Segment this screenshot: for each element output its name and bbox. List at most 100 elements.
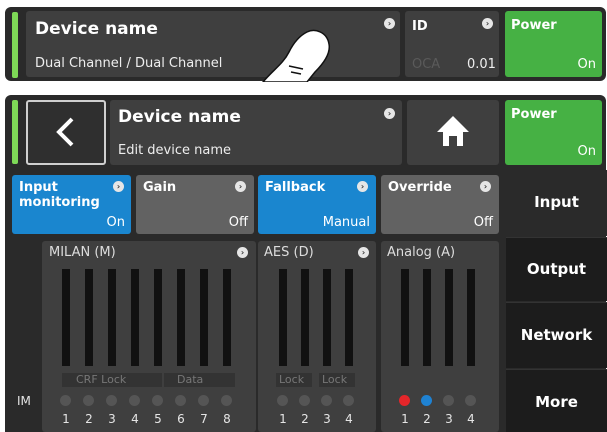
level-meter — [423, 269, 431, 366]
status-indicator-green — [12, 100, 18, 164]
channel-indicator — [83, 395, 94, 406]
channel-number: 4 — [131, 412, 139, 426]
tile-state: Off — [228, 215, 248, 230]
channel-indicator — [221, 395, 232, 406]
chevron-right-icon: › — [113, 181, 124, 192]
override-tile[interactable]: Override › Off — [381, 175, 499, 234]
channel-number: 2 — [423, 412, 431, 426]
channel-indicator — [343, 395, 354, 406]
input-monitoring-label: IM — [17, 394, 31, 408]
chevron-right-icon: › — [357, 181, 368, 192]
level-meter — [200, 269, 208, 366]
level-meter — [62, 269, 70, 366]
power-state: On — [577, 57, 596, 72]
side-nav-output[interactable]: Output — [506, 237, 607, 301]
channel-indicator — [299, 395, 310, 406]
power-label: Power — [511, 107, 557, 122]
level-meter — [445, 269, 453, 366]
device-name-header-tile[interactable]: Device name › Edit device name — [110, 100, 402, 165]
channel-indicator-blue — [421, 395, 432, 406]
milan-meter-group[interactable]: MILAN (M) › CRF Lock Data 1 2 3 4 5 6 7 … — [42, 241, 256, 432]
channel-number: 3 — [108, 412, 116, 426]
level-meter — [223, 269, 231, 366]
power-label: Power — [511, 18, 557, 33]
indicator-label: Lock — [322, 373, 348, 386]
side-nav-network[interactable]: Network — [506, 302, 607, 368]
device-name-tile[interactable]: Device name › Dual Channel / Dual Channe… — [26, 11, 400, 77]
tile-state: Manual — [322, 215, 370, 230]
channel-number: 2 — [85, 412, 93, 426]
channel-number: 6 — [177, 412, 185, 426]
group-title: MILAN (M) — [49, 245, 116, 260]
chevron-right-icon: › — [480, 181, 491, 192]
chevron-right-icon: › — [482, 18, 493, 29]
indicator-label: Data — [177, 373, 204, 386]
level-meter — [154, 269, 162, 366]
tile-label: Gain — [143, 180, 177, 195]
side-nav-label: Input — [534, 193, 579, 211]
power-state: On — [577, 144, 596, 159]
input-monitoring-tile[interactable]: Input monitoring › On — [12, 175, 131, 234]
tile-state: Off — [473, 215, 493, 230]
group-title: Analog (A) — [387, 245, 456, 260]
chevron-left-icon — [56, 117, 74, 147]
channel-indicator — [465, 395, 476, 406]
channel-indicator — [106, 395, 117, 406]
level-meter — [85, 269, 93, 366]
channel-number: 2 — [301, 412, 309, 426]
channel-number: 1 — [62, 412, 70, 426]
status-indicator-green — [12, 12, 18, 78]
chevron-right-icon: › — [235, 181, 246, 192]
home-icon — [437, 116, 469, 146]
level-meter — [401, 269, 409, 366]
group-title: AES (D) — [264, 245, 314, 260]
edit-device-subtitle: Edit device name — [118, 143, 232, 158]
device-name-title: Device name — [35, 19, 158, 39]
channel-number: 7 — [200, 412, 208, 426]
channel-indicator-red — [399, 395, 410, 406]
tile-state: On — [106, 215, 125, 230]
channel-indicator — [60, 395, 71, 406]
level-meter — [345, 269, 353, 366]
channel-indicator — [321, 395, 332, 406]
power-tile-top[interactable]: Power On — [505, 11, 602, 77]
back-button[interactable] — [26, 100, 106, 165]
side-nav-input[interactable]: Input — [506, 170, 607, 236]
side-nav-label: More — [535, 393, 578, 411]
home-button[interactable] — [407, 100, 499, 165]
level-meter — [108, 269, 116, 366]
analog-meter-group[interactable]: Analog (A) 1 2 3 4 — [381, 241, 499, 432]
level-meter — [467, 269, 475, 366]
channel-number: 3 — [323, 412, 331, 426]
tile-label: Input monitoring — [19, 180, 100, 210]
channel-number: 3 — [445, 412, 453, 426]
id-value: 0.01 — [467, 57, 496, 72]
channel-indicator — [129, 395, 140, 406]
level-meter — [323, 269, 331, 366]
chevron-right-icon: › — [384, 108, 395, 119]
level-meter — [301, 269, 309, 366]
level-meter — [131, 269, 139, 366]
channel-number: 8 — [223, 412, 231, 426]
tile-label: Fallback — [265, 180, 326, 195]
device-config-subtitle: Dual Channel / Dual Channel — [35, 56, 223, 71]
power-tile[interactable]: Power On — [505, 100, 602, 165]
fallback-tile[interactable]: Fallback › Manual — [258, 175, 376, 234]
level-meter — [279, 269, 287, 366]
side-nav-label: Network — [520, 326, 593, 344]
indicator-label: Lock — [279, 373, 305, 386]
chevron-right-icon: › — [384, 18, 395, 29]
channel-number: 4 — [467, 412, 475, 426]
side-nav-more[interactable]: More — [506, 369, 607, 432]
channel-number: 5 — [154, 412, 162, 426]
level-meter — [177, 269, 185, 366]
channel-indicator — [198, 395, 209, 406]
channel-indicator — [443, 395, 454, 406]
channel-indicator — [175, 395, 186, 406]
id-tile[interactable]: ID › OCA 0.01 — [405, 11, 499, 77]
aes-meter-group[interactable]: AES (D) › Lock Lock 1 2 3 4 — [258, 241, 376, 432]
channel-number: 1 — [279, 412, 287, 426]
side-nav-label: Output — [526, 260, 587, 278]
gain-tile[interactable]: Gain › Off — [136, 175, 254, 234]
id-protocol: OCA — [412, 57, 441, 72]
